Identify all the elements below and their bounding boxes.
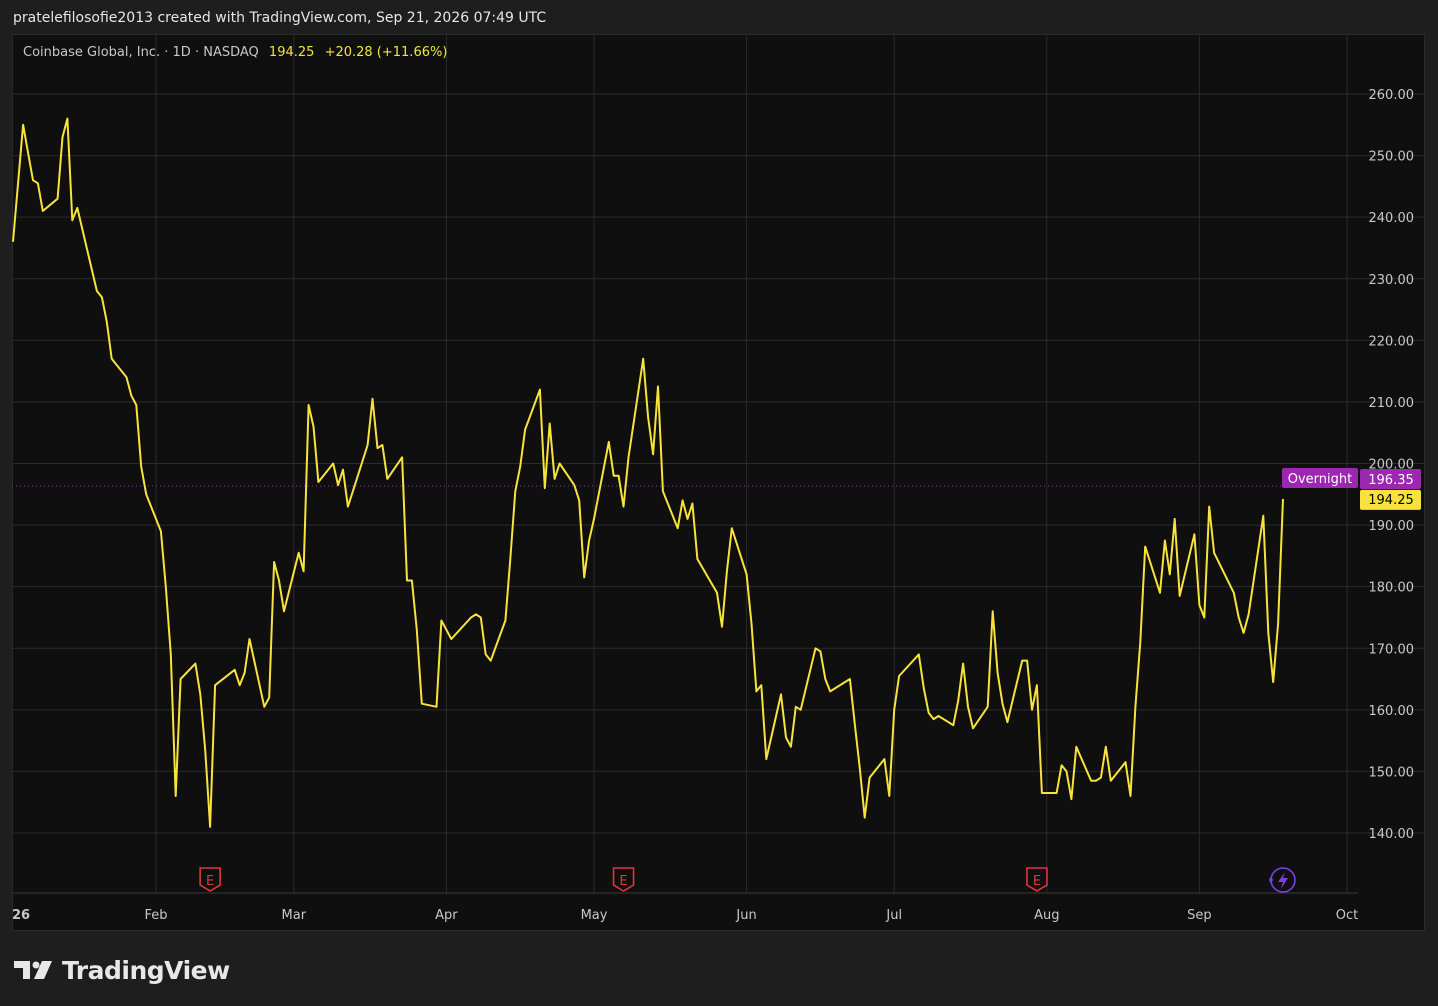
y-tick-label: 230.00 (1369, 273, 1415, 288)
price-chart[interactable]: 260.00250.00240.00230.00220.00210.00200.… (0, 0, 1438, 940)
separator: · (194, 45, 200, 60)
y-tick-label: 250.00 (1369, 150, 1415, 165)
x-tick-label: Aug (1034, 908, 1059, 923)
brand-name: TradingView (62, 955, 230, 985)
y-tick-label: 170.00 (1369, 642, 1415, 657)
flash-icon[interactable] (1269, 867, 1296, 893)
earnings-marker-label: E (1033, 874, 1041, 889)
symbol-exchange: NASDAQ (203, 45, 259, 60)
symbol-name: Coinbase Global, Inc. (23, 45, 161, 60)
y-tick-label: 190.00 (1369, 519, 1415, 534)
x-tick-label: Jul (885, 908, 902, 923)
earnings-marker-label: E (619, 874, 627, 889)
overnight-price-value: 196.35 (1368, 473, 1414, 488)
tradingview-logo-icon (14, 961, 52, 979)
y-tick-label: 160.00 (1369, 704, 1415, 719)
symbol-info[interactable]: Coinbase Global, Inc. · 1D · NASDAQ 194.… (23, 45, 447, 60)
y-axis: 260.00250.00240.00230.00220.00210.00200.… (1369, 88, 1415, 842)
price-series-line[interactable] (12, 117, 1284, 828)
y-tick-label: 210.00 (1369, 396, 1415, 411)
grid-lines (13, 35, 1424, 894)
x-tick-label: Mar (282, 908, 307, 923)
earnings-markers: EEE (199, 867, 1048, 892)
y-tick-label: 150.00 (1369, 765, 1415, 780)
y-tick-label: 220.00 (1369, 334, 1415, 349)
x-tick-label: Jun (735, 908, 756, 923)
x-tick-label: May (581, 908, 608, 923)
earnings-marker-icon[interactable]: E (199, 867, 221, 892)
y-tick-label: 260.00 (1369, 88, 1415, 103)
x-tick-label: Apr (435, 908, 458, 923)
x-axis: 26 Feb Mar Apr May Jun Jul Aug Sep Oct (12, 908, 1358, 923)
overnight-label-text: Overnight (1288, 472, 1352, 487)
separator: · (164, 45, 169, 60)
x-tick-label: 26 (12, 908, 30, 923)
y-tick-label: 140.00 (1369, 827, 1415, 842)
symbol-change: +20.28 (+11.66%) (324, 45, 448, 60)
symbol-price: 194.25 (268, 45, 315, 60)
last-price-label: 194.25 (1360, 489, 1421, 510)
x-tick-label: Sep (1187, 908, 1212, 923)
x-tick-label: Feb (144, 908, 167, 923)
earnings-marker-icon[interactable]: E (612, 867, 635, 892)
earnings-marker-label: E (206, 874, 214, 889)
earnings-marker-icon[interactable]: E (1026, 867, 1048, 892)
tradingview-logo[interactable]: TradingView (14, 955, 230, 985)
x-tick-label: Oct (1336, 908, 1358, 923)
y-tick-label: 180.00 (1369, 581, 1415, 596)
symbol-interval: 1D (172, 45, 191, 60)
overnight-label: Overnight 196.35 (1282, 467, 1421, 489)
y-tick-label: 240.00 (1369, 211, 1415, 226)
last-price-value: 194.25 (1368, 493, 1414, 508)
